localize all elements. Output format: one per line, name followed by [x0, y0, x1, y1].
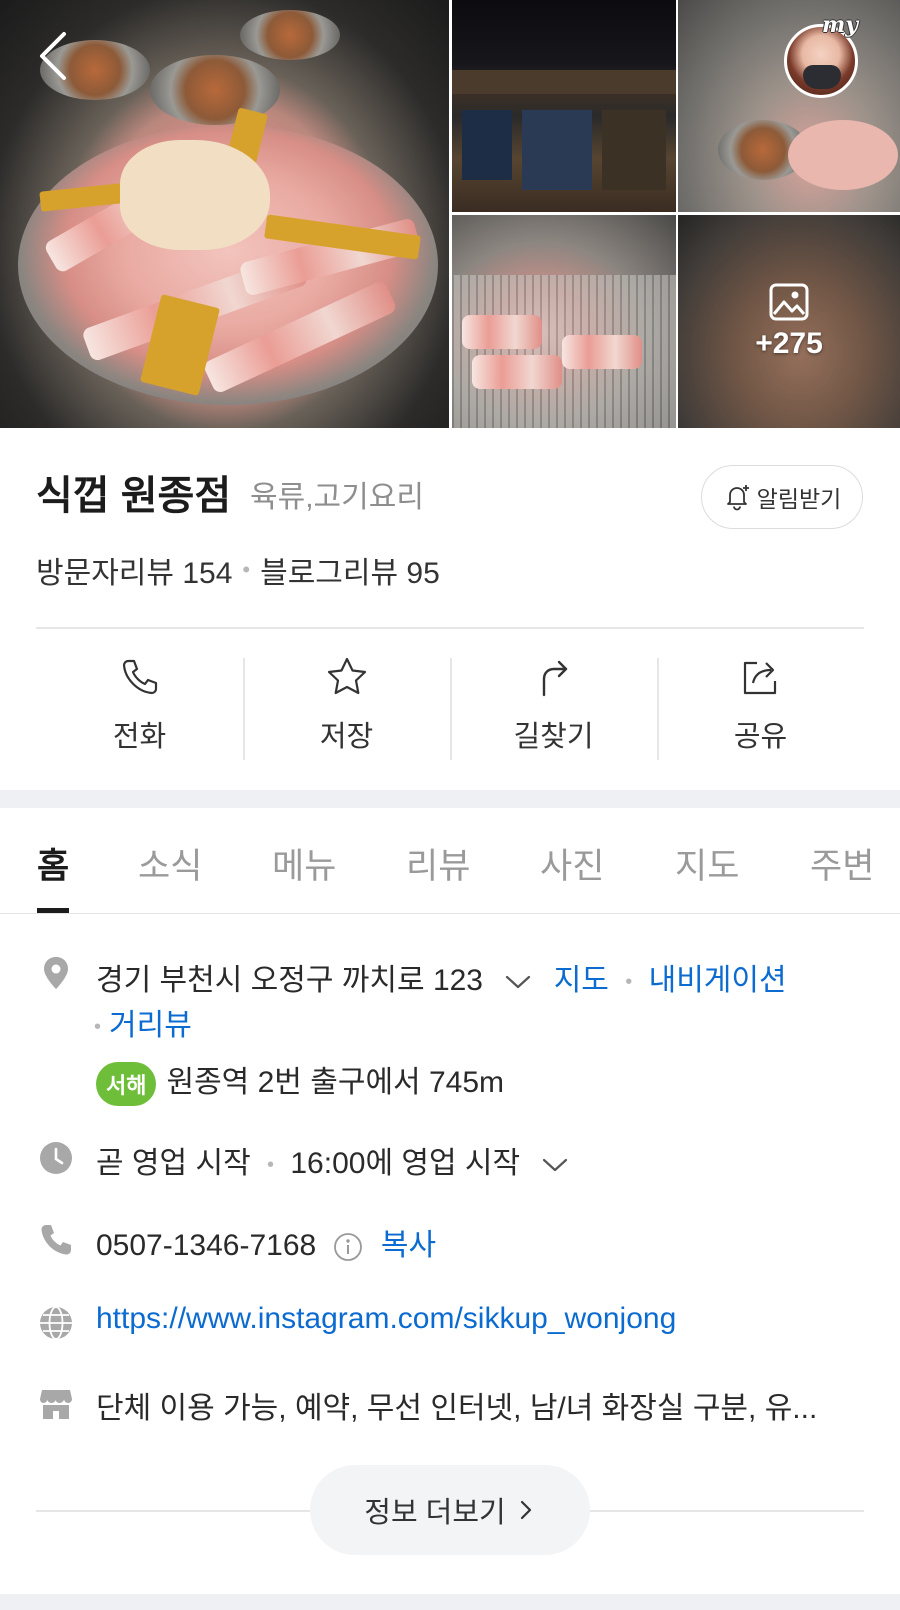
- share-button[interactable]: 공유: [657, 632, 864, 772]
- tab-news[interactable]: 소식: [138, 838, 202, 889]
- subway-line: 서해 원종역 2번 출구에서 745m: [96, 1057, 505, 1107]
- my-badge-text: my: [822, 12, 859, 38]
- chevron-down-icon[interactable]: [540, 1155, 570, 1175]
- my-profile-button[interactable]: my: [780, 12, 870, 100]
- place-category: 육류,고기요리: [250, 481, 424, 514]
- meat-slice: [462, 315, 542, 349]
- notify-label: 알림받기: [756, 486, 842, 512]
- location-pin-icon: [44, 957, 68, 989]
- star-icon: [327, 657, 366, 695]
- storefront-sign: [452, 70, 676, 94]
- wooden-paddle: [120, 140, 270, 250]
- separator-dot: •: [94, 1015, 102, 1038]
- street-view-line: • 거리뷰: [94, 1000, 192, 1044]
- meat-plate: [788, 120, 898, 190]
- more-info-button[interactable]: 정보 더보기: [310, 1465, 590, 1555]
- street-view-link[interactable]: 거리뷰: [109, 1009, 192, 1042]
- more-info-label: 정보 더보기: [364, 1497, 506, 1529]
- hours-line[interactable]: 곧 영업 시작 • 16:00에 영업 시작: [96, 1138, 570, 1182]
- chevron-right-icon: [520, 1500, 531, 1520]
- copy-phone-button[interactable]: 복사: [381, 1229, 436, 1262]
- directions-button[interactable]: 길찾기: [450, 632, 657, 772]
- website-link[interactable]: https://www.instagram.com/sikkup_wonjong: [96, 1302, 676, 1336]
- blog-reviews-link[interactable]: 블로그리뷰 95: [260, 548, 440, 592]
- door-panel: [522, 110, 592, 190]
- call-label: 전화: [112, 721, 167, 753]
- hours-detail: 16:00에 영업 시작: [290, 1147, 521, 1180]
- address-line: 경기 부천시 오정구 까치로 123 지도 • 내비게이션: [96, 955, 787, 999]
- photo-gallery: +275 my: [0, 0, 900, 428]
- more-photos-button[interactable]: +275: [678, 215, 900, 428]
- share-label: 공유: [733, 721, 788, 753]
- separator-dot: •: [242, 557, 251, 582]
- notify-button[interactable]: 알림받기: [701, 465, 863, 529]
- place-name: 식껍 원종점: [36, 474, 232, 518]
- share-icon: [743, 661, 776, 695]
- section-separator: [0, 1594, 900, 1610]
- section-separator: [0, 790, 900, 808]
- image-icon: [769, 283, 809, 320]
- bell-plus-icon: [726, 485, 749, 511]
- chevron-down-icon[interactable]: [503, 972, 533, 992]
- face-mask: [803, 65, 841, 89]
- visitor-reviews-link[interactable]: 방문자리뷰 154: [36, 548, 232, 592]
- phone-icon: [122, 659, 157, 695]
- meat-slice: [472, 355, 562, 389]
- tab-bar: 홈 소식 메뉴 리뷰 사진 지도 주변: [0, 808, 900, 914]
- subway-line-badge: 서해: [96, 1062, 157, 1107]
- meat-slice: [562, 335, 642, 369]
- hours-status: 곧 영업 시작: [96, 1147, 251, 1180]
- chevron-left-icon: [40, 32, 66, 80]
- map-link[interactable]: 지도: [554, 964, 609, 997]
- save-label: 저장: [319, 721, 374, 753]
- address-text: 경기 부천시 오정구 까치로 123: [96, 964, 483, 997]
- phone-number[interactable]: 0507-1346-7168: [96, 1229, 316, 1262]
- phone-line: 0507-1346-7168 복사: [96, 1220, 436, 1264]
- save-button[interactable]: 저장: [243, 632, 450, 772]
- tab-nearby[interactable]: 주변: [810, 838, 874, 889]
- more-photos-count: +275: [755, 326, 823, 360]
- subway-directions: 원종역 2번 출구에서 745m: [166, 1066, 505, 1099]
- grill-photo[interactable]: [452, 215, 676, 428]
- back-button[interactable]: [34, 30, 74, 82]
- active-tab-indicator: [37, 908, 69, 913]
- side-dish-bowl: [240, 10, 340, 60]
- call-button[interactable]: 전화: [36, 632, 243, 772]
- review-summary: 방문자리뷰 154 • 블로그리뷰 95: [36, 548, 440, 592]
- directions-icon: [542, 660, 567, 697]
- amenities-text: 단체 이용 가능, 예약, 무선 인터넷, 남/녀 화장실 구분, 유...: [96, 1392, 818, 1425]
- tab-menu[interactable]: 메뉴: [272, 838, 336, 889]
- globe-icon: [40, 1306, 72, 1340]
- action-bar: 전화 저장 길찾기 공유: [36, 632, 864, 772]
- tab-map[interactable]: 지도: [675, 838, 739, 889]
- info-circle-icon[interactable]: [333, 1232, 363, 1262]
- directions-label: 길찾기: [513, 721, 594, 753]
- divider: [36, 627, 864, 629]
- separator-dot: •: [625, 970, 633, 993]
- tab-photos[interactable]: 사진: [540, 838, 604, 889]
- tab-reviews[interactable]: 리뷰: [406, 838, 470, 889]
- window-panel: [462, 110, 512, 180]
- navigation-link[interactable]: 내비게이션: [649, 964, 787, 997]
- tab-home[interactable]: 홈: [37, 838, 69, 889]
- separator-dot: •: [267, 1153, 275, 1176]
- phone-icon: [41, 1225, 71, 1255]
- window-panel: [602, 110, 666, 190]
- store-icon: [40, 1390, 72, 1419]
- clock-icon: [40, 1142, 72, 1174]
- restaurant-exterior-photo[interactable]: [452, 0, 676, 212]
